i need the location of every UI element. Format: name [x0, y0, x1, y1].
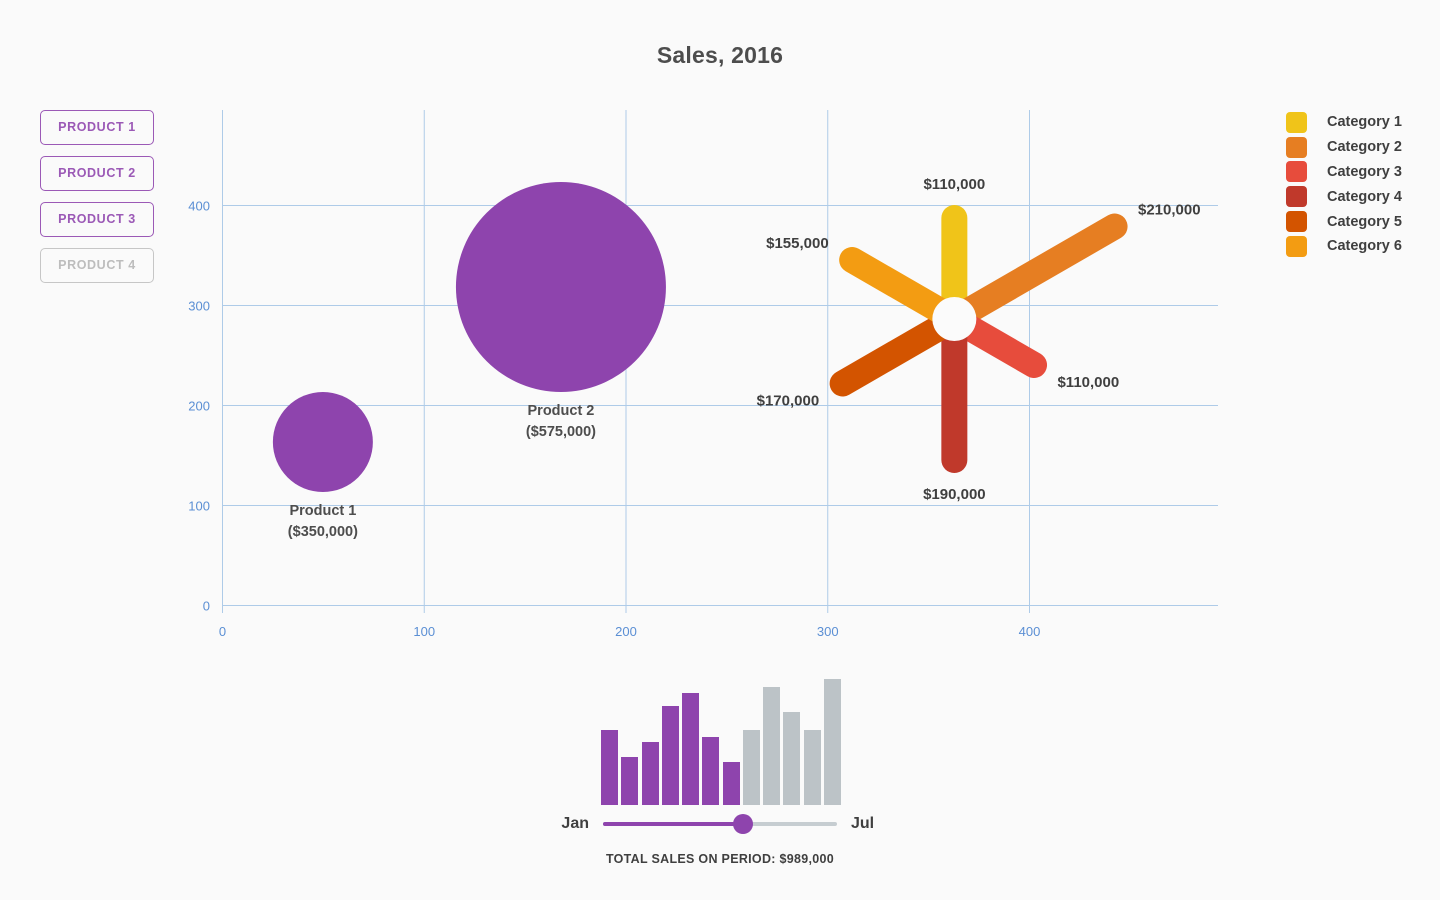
chart-axis-ticks: 0 100 200 300 400 0 100 200 300 400	[188, 199, 1040, 640]
svg-text:200: 200	[188, 399, 210, 414]
month-timeline	[601, 675, 841, 805]
product-filter-1[interactable]: PRODUCT 1	[40, 110, 154, 145]
product-filter-2[interactable]: PRODUCT 2	[40, 156, 154, 191]
month-bar[interactable]	[742, 730, 760, 805]
month-bar[interactable]	[621, 757, 639, 805]
svg-text:100: 100	[413, 624, 435, 639]
legend-item[interactable]: Category 6	[1286, 234, 1402, 259]
svg-text:200: 200	[615, 624, 637, 639]
legend: Category 1 Category 2 Category 3 Categor…	[1286, 110, 1402, 259]
svg-text:$110,000: $110,000	[923, 176, 985, 193]
legend-item[interactable]: Category 5	[1286, 209, 1402, 234]
svg-text:300: 300	[817, 624, 839, 639]
month-bar[interactable]	[763, 687, 781, 805]
radial-series	[829, 205, 1128, 473]
month-bar[interactable]	[601, 730, 618, 805]
legend-item[interactable]: Category 3	[1286, 160, 1402, 185]
legend-label: Category 5	[1327, 213, 1402, 230]
product-filter-group: PRODUCT 1 PRODUCT 2 PRODUCT 3 PRODUCT 4	[40, 110, 160, 294]
month-bar[interactable]	[722, 762, 740, 805]
legend-label: Category 3	[1327, 163, 1402, 180]
slider-track-area[interactable]	[603, 812, 837, 836]
product-filter-3[interactable]: PRODUCT 3	[40, 202, 154, 237]
month-bar[interactable]	[702, 737, 720, 805]
period-slider[interactable]: Jan Jul	[555, 811, 885, 837]
legend-swatch-icon	[1286, 235, 1307, 257]
legend-swatch-icon	[1286, 111, 1307, 133]
radial-value-labels: $110,000 $210,000 $110,000 $190,000 $170,000…	[757, 176, 1201, 503]
slider-start-label: Jan	[561, 815, 589, 832]
svg-text:($350,000): ($350,000)	[288, 524, 358, 540]
month-bar[interactable]	[661, 706, 679, 805]
chart-gridlines	[222, 110, 1218, 613]
legend-label: Category 2	[1327, 139, 1402, 156]
month-bar[interactable]	[641, 742, 659, 805]
page-title: Sales, 2016	[656, 42, 784, 68]
legend-label: Category 4	[1327, 188, 1402, 205]
slider-fill	[603, 822, 744, 826]
svg-text:100: 100	[188, 499, 210, 514]
svg-text:400: 400	[188, 199, 210, 214]
svg-text:Product 1: Product 1	[289, 503, 356, 519]
svg-text:$210,000: $210,000	[1138, 202, 1201, 219]
month-bar[interactable]	[803, 730, 821, 805]
month-bar[interactable]	[823, 679, 841, 805]
svg-text:0: 0	[219, 624, 226, 639]
svg-text:($575,000): ($575,000)	[526, 424, 596, 440]
total-sales-summary: TOTAL SALES ON PERIOD: $989,000	[605, 852, 835, 866]
svg-text:$170,000: $170,000	[757, 393, 820, 410]
legend-swatch-icon	[1286, 211, 1307, 233]
svg-text:Product 2: Product 2	[528, 403, 595, 419]
month-bar[interactable]	[682, 693, 700, 805]
product-filter-4: PRODUCT 4	[40, 248, 154, 283]
svg-text:$110,000: $110,000	[1057, 374, 1119, 391]
legend-swatch-icon	[1286, 161, 1307, 183]
bubble-series: Product 1 ($350,000) Product 2 ($575,000)	[272, 182, 666, 540]
slider-end-label: Jul	[851, 815, 875, 832]
month-bar[interactable]	[783, 712, 801, 805]
slider-handle[interactable]	[733, 814, 754, 834]
legend-item[interactable]: Category 4	[1286, 184, 1402, 209]
legend-label: Category 1	[1327, 114, 1402, 131]
svg-text:300: 300	[188, 299, 210, 314]
month-bars	[601, 675, 841, 805]
legend-item[interactable]: Category 1	[1286, 110, 1402, 135]
legend-label: Category 6	[1327, 238, 1402, 255]
legend-swatch-icon	[1286, 186, 1307, 208]
svg-text:$190,000: $190,000	[923, 486, 986, 503]
legend-item[interactable]: Category 2	[1286, 135, 1402, 160]
legend-swatch-icon	[1286, 136, 1307, 158]
svg-text:$155,000: $155,000	[766, 235, 829, 252]
svg-text:0: 0	[203, 599, 210, 614]
svg-text:400: 400	[1019, 624, 1041, 639]
